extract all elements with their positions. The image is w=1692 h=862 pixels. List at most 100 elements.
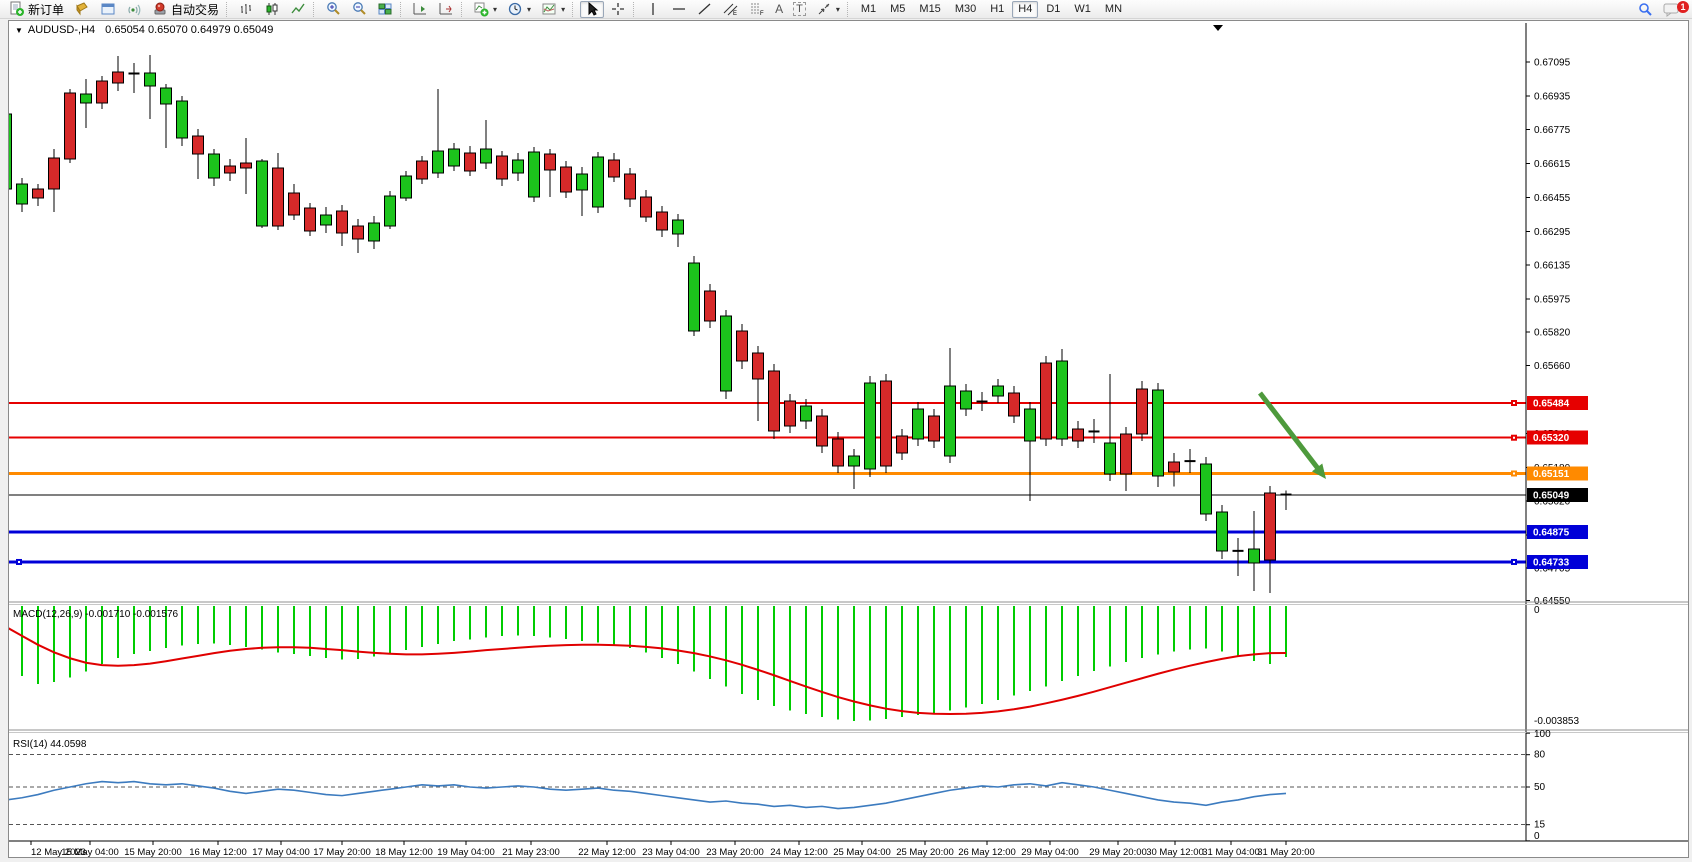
time-tick-label: 31 May 04:00 [1202,847,1260,857]
cursor-icon [584,1,600,17]
horizontal-line-objects[interactable] [9,400,1526,565]
time-tick-label: 29 May 20:00 [1089,847,1147,857]
bull-candle [577,174,588,190]
timeframe-m15-button[interactable]: M15 [913,1,946,18]
candles [9,55,1292,593]
clock-icon [507,1,523,17]
rsi-tick-label: 0 [1534,831,1540,842]
svg-text:F: F [760,11,764,17]
timeframe-h1-button[interactable]: H1 [984,1,1010,18]
price-tick-label: 0.66295 [1534,227,1571,238]
chart-canvas[interactable]: 0.670950.669350.667750.666150.664550.662… [9,21,1688,857]
price-tick-label: 0.66135 [1534,261,1571,272]
zoom-in-button[interactable] [321,1,345,18]
price-tick-label: 0.66455 [1534,193,1571,204]
bull-candle [1249,549,1260,563]
bear-candle [545,154,556,170]
chart-shift-marker[interactable] [1213,25,1223,31]
cursor-tool-button[interactable] [580,1,604,18]
time-axis[interactable]: 12 May 202315 May 04:0015 May 20:0016 Ma… [9,841,1688,857]
timeframe-h4-button[interactable]: H4 [1012,1,1038,18]
label-tool-icon: T [793,2,806,16]
bull-candle [721,316,732,391]
period-button[interactable]: ▾ [503,1,535,18]
bear-candle [465,153,476,171]
add-indicator-button[interactable]: ▾ [469,1,501,18]
separator [847,2,852,17]
line-chart-icon [290,1,306,17]
bull-candle [433,151,444,173]
bull-candle [1105,443,1116,474]
caret-down-icon: ▾ [527,5,531,14]
market-watch-button[interactable] [70,1,94,18]
time-tick-label: 19 May 04:00 [437,847,495,857]
bar-chart-mode-button[interactable] [234,1,258,18]
text-tool-icon: A [775,2,783,16]
bull-candle [1057,361,1068,439]
timeframe-m5-button[interactable]: M5 [884,1,911,18]
template-button[interactable]: ▾ [537,1,569,18]
chart-window[interactable]: ▼ AUDUSD-,H4 0.65054 0.65070 0.64979 0.650… [8,20,1689,858]
time-tick-label: 15 May 20:00 [124,847,182,857]
strategy-test-button[interactable] [408,1,432,18]
zoom-out-button[interactable] [347,1,371,18]
arrows-icon [816,1,832,17]
line-chart-mode-button[interactable] [286,1,310,18]
notifications-button[interactable]: 1 [1659,1,1685,18]
channel-tool-button[interactable]: E [719,1,743,18]
timeframe-w1-button[interactable]: W1 [1068,1,1097,18]
signals-button[interactable] [122,1,146,18]
new-order-button[interactable]: 新订单 [5,1,68,18]
bull-candle [1201,464,1212,514]
bear-candle [561,167,572,192]
chart-step-icon [438,1,454,17]
search-button[interactable] [1633,1,1657,18]
chart-symbol-label: AUDUSD-,H4 [28,24,95,36]
strategy-stop-button[interactable] [434,1,458,18]
vertical-line-tool-button[interactable] [641,1,665,18]
time-tick-label: 26 May 12:00 [958,847,1016,857]
add-indicator-icon [473,1,489,17]
tile-windows-button[interactable] [373,1,397,18]
bar-chart-icon [238,1,254,17]
price-badge-label: 0.65320 [1533,433,1570,444]
bull-candle [81,94,92,103]
timeframe-d1-button[interactable]: D1 [1040,1,1066,18]
collapse-triangle-icon[interactable]: ▼ [15,26,23,35]
time-tick-label: 31 May 20:00 [1257,847,1315,857]
timeframe-m30-button[interactable]: M30 [949,1,982,18]
chart-title: ▼ AUDUSD-,H4 0.65054 0.65070 0.64979 0.650… [15,24,273,36]
navigator-button[interactable] [96,1,120,18]
bear-candle [193,136,204,154]
trend-arrow-object[interactable] [1260,393,1326,479]
window-icon [100,1,116,17]
caret-down-icon: ▾ [493,5,497,14]
macd-label: MACD(12,26,9) -0.001710 -0.001576 [13,609,179,620]
bear-candle [241,163,252,168]
bear-candle [641,197,652,217]
chart-quote-ohlc: 0.65054 0.65070 0.64979 0.65049 [105,24,273,36]
horizontal-line-tool-button[interactable] [667,1,691,18]
time-tick-label: 24 May 12:00 [770,847,828,857]
time-tick-label: 22 May 12:00 [578,847,636,857]
arrows-tool-button[interactable]: ▾ [812,1,844,18]
auto-trading-button[interactable]: 自动交易 [148,1,223,18]
time-tick-label: 17 May 20:00 [313,847,371,857]
label-tool-button[interactable]: T [789,1,810,18]
time-tick-label: 23 May 04:00 [642,847,700,857]
price-tick-label: 0.66775 [1534,125,1571,136]
candle-chart-mode-button[interactable] [260,1,284,18]
bear-candle [817,416,828,446]
template-icon [541,1,557,17]
crosshair-tool-button[interactable] [606,1,630,18]
bear-candle [65,93,76,159]
timeframe-m1-button[interactable]: M1 [855,1,882,18]
fibonacci-tool-button[interactable]: F [745,1,769,18]
trendline-tool-button[interactable] [693,1,717,18]
bull-candle [481,149,492,163]
text-tool-button[interactable]: A [771,1,787,18]
bull-candle [529,152,540,197]
timeframe-mn-button[interactable]: MN [1099,1,1128,18]
bull-candle [369,223,380,241]
bull-candle [177,101,188,138]
